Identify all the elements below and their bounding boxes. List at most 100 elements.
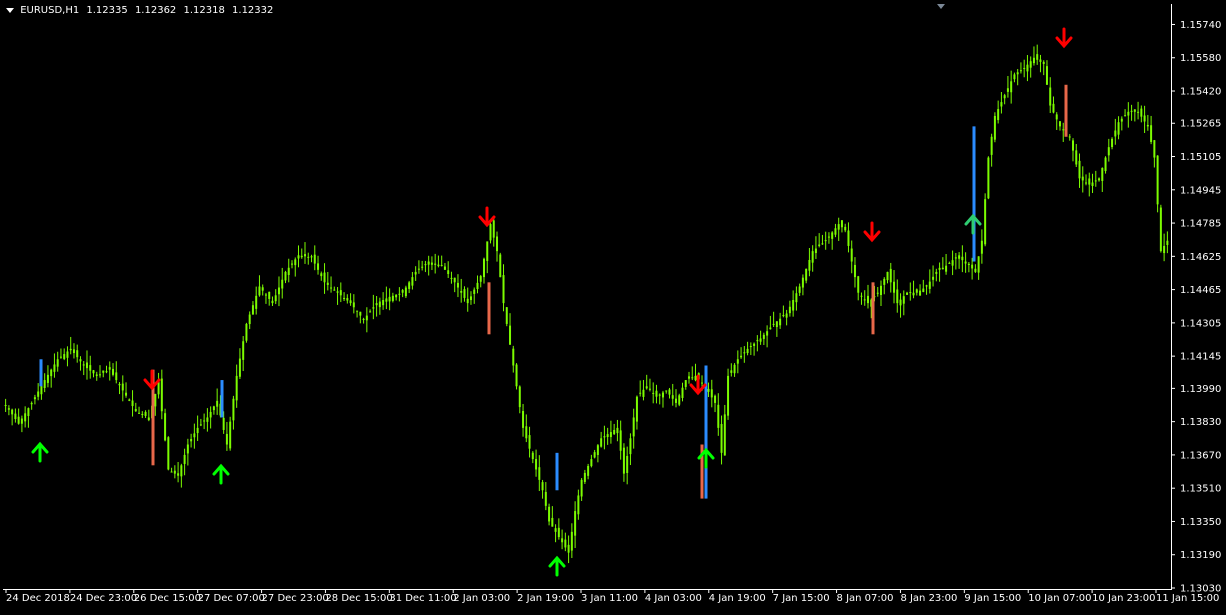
candle-body bbox=[95, 374, 98, 376]
candle-body bbox=[928, 281, 931, 289]
candle-body bbox=[642, 389, 645, 397]
candle-body bbox=[121, 383, 124, 391]
candle-body bbox=[1039, 59, 1042, 62]
candle-body bbox=[199, 424, 202, 426]
price-tick-label: 1.15740 bbox=[1180, 20, 1221, 31]
candle-body bbox=[681, 387, 684, 398]
candle-body bbox=[961, 256, 964, 261]
candle-body bbox=[688, 376, 691, 379]
candle-body bbox=[658, 394, 661, 396]
candle-body bbox=[443, 266, 446, 270]
candle-body bbox=[1013, 74, 1016, 80]
time-tick-label: 7 Jan 15:00 bbox=[773, 593, 830, 604]
candle-body bbox=[622, 447, 625, 474]
candle-body bbox=[59, 356, 62, 358]
candle-body bbox=[460, 290, 463, 293]
candle-body bbox=[674, 398, 677, 403]
time-tick-label: 27 Dec 23:00 bbox=[262, 593, 329, 604]
chart-window[interactable]: 1.15740 1.15580 1.15420 1.15265 1.15105 1.149… bbox=[0, 0, 1226, 611]
candle-body bbox=[76, 350, 79, 358]
candle-body bbox=[27, 408, 30, 417]
candle-body bbox=[268, 291, 271, 299]
candle-body bbox=[544, 491, 547, 506]
candle-body bbox=[860, 295, 863, 297]
candle-body bbox=[557, 527, 560, 538]
signal-bar-red bbox=[871, 282, 875, 335]
candle-body bbox=[1062, 129, 1065, 131]
candle-body bbox=[840, 220, 843, 228]
candle-body bbox=[880, 285, 883, 296]
candle-body bbox=[652, 392, 655, 394]
candle-body bbox=[866, 295, 869, 304]
candle-body bbox=[72, 349, 75, 354]
candle-body bbox=[401, 290, 404, 293]
candle-body bbox=[987, 157, 990, 199]
candle-body bbox=[648, 388, 651, 390]
candle-body bbox=[505, 307, 508, 324]
candle-body bbox=[925, 285, 928, 287]
candle-body bbox=[138, 412, 141, 414]
candle-body bbox=[609, 432, 612, 438]
candle-body bbox=[1114, 130, 1117, 137]
candle-body bbox=[883, 278, 886, 285]
candle-body bbox=[274, 295, 277, 302]
candle-body bbox=[984, 199, 987, 245]
candle-body bbox=[264, 294, 267, 296]
candle-body bbox=[753, 343, 756, 346]
price-tick-label: 1.15105 bbox=[1180, 152, 1221, 163]
candle-body bbox=[749, 346, 752, 348]
candle-body bbox=[1124, 115, 1127, 117]
candle-body bbox=[258, 286, 261, 296]
candle-body bbox=[1052, 103, 1055, 113]
candle-body bbox=[541, 482, 544, 491]
candle-body bbox=[1006, 88, 1009, 92]
candle-body bbox=[434, 263, 437, 265]
candle-body bbox=[242, 341, 245, 360]
candle-body bbox=[492, 220, 495, 238]
candle-body bbox=[1127, 111, 1130, 116]
candle-body bbox=[626, 455, 629, 474]
chart-header: EURUSD,H1 1.12335 1.12362 1.12318 1.1233… bbox=[6, 5, 273, 16]
candle-body bbox=[824, 240, 827, 242]
candle-body bbox=[238, 358, 241, 377]
candle-body bbox=[876, 292, 879, 294]
candle-body bbox=[277, 287, 280, 295]
candle-body bbox=[196, 427, 199, 434]
candle-body bbox=[1156, 155, 1159, 205]
price-tick-label: 1.14945 bbox=[1180, 185, 1221, 196]
candle-body bbox=[183, 454, 186, 464]
candle-body bbox=[639, 392, 642, 394]
price-tick-label: 1.14465 bbox=[1180, 285, 1221, 296]
candle-body bbox=[170, 471, 173, 473]
candle-body bbox=[456, 282, 459, 288]
candle-body bbox=[1104, 157, 1107, 172]
candle-body bbox=[827, 236, 830, 238]
candle-body bbox=[46, 374, 49, 383]
candle-body bbox=[92, 370, 95, 374]
price-tick-label: 1.13510 bbox=[1180, 484, 1221, 495]
candle-body bbox=[395, 294, 398, 298]
candle-body bbox=[707, 388, 710, 392]
candle-body bbox=[1107, 147, 1110, 156]
candle-body bbox=[248, 314, 251, 325]
candle-body bbox=[818, 244, 821, 246]
candle-body bbox=[144, 411, 147, 416]
candle-body bbox=[336, 291, 339, 293]
candle-body bbox=[1042, 61, 1045, 64]
candle-body bbox=[922, 288, 925, 292]
price-chart[interactable]: 1.15740 1.15580 1.15420 1.15265 1.15105 1.149… bbox=[0, 0, 1226, 611]
candle-body bbox=[967, 263, 970, 265]
candle-body bbox=[131, 400, 134, 407]
candle-body bbox=[479, 276, 482, 282]
time-tick-label: 27 Dec 07:00 bbox=[198, 593, 265, 604]
candle-body bbox=[561, 538, 564, 543]
candle-body bbox=[1032, 57, 1035, 64]
time-tick-label: 9 Jan 15:00 bbox=[964, 593, 1021, 604]
candle-body bbox=[945, 265, 948, 272]
candle-body bbox=[414, 271, 417, 275]
candle-body bbox=[1143, 115, 1146, 122]
up-arrow-icon bbox=[212, 463, 230, 485]
candle-body bbox=[1023, 67, 1026, 69]
time-tick-label: 11 Jan 15:00 bbox=[1156, 593, 1219, 604]
menu-triangle-icon[interactable] bbox=[6, 7, 14, 13]
